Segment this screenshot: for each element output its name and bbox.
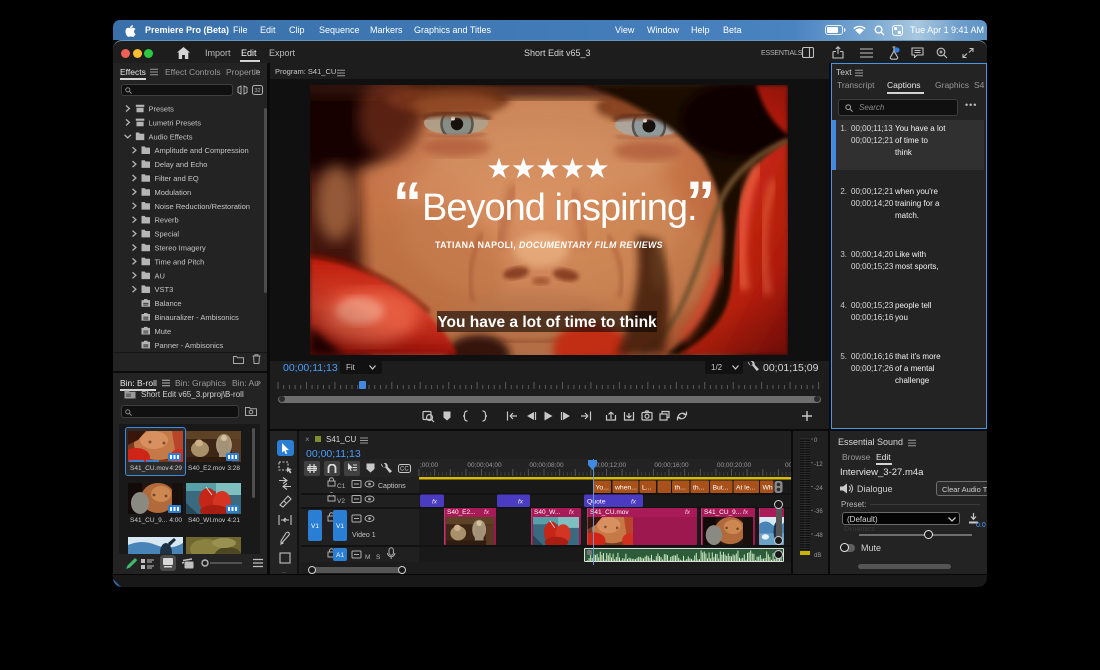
svg-text:Audio Effects: Audio Effects xyxy=(149,132,193,141)
svg-text:“: “ xyxy=(393,171,422,236)
svg-text:Stereo Imagery: Stereo Imagery xyxy=(155,244,207,253)
svg-text:-36: -36 xyxy=(814,509,823,515)
svg-text:Filter and EQ: Filter and EQ xyxy=(155,174,199,183)
svg-text:L...: L... xyxy=(642,485,652,492)
svg-text:AU: AU xyxy=(155,271,165,280)
svg-text:-48: -48 xyxy=(814,533,823,539)
svg-text:Time and Pitch: Time and Pitch xyxy=(155,257,205,266)
svg-text:-12: -12 xyxy=(814,462,823,468)
svg-text:TATIANA NAPOLI, DOCUMENTARY FI: TATIANA NAPOLI, DOCUMENTARY FILM REVIEWS xyxy=(435,240,663,250)
svg-text:Binauralizer - Ambisonics: Binauralizer - Ambisonics xyxy=(155,313,239,322)
svg-text:Wh: Wh xyxy=(763,485,773,492)
svg-text:0: 0 xyxy=(814,438,818,444)
svg-text:Modulation: Modulation xyxy=(155,188,192,197)
svg-text:fx: fx xyxy=(432,499,438,506)
svg-text:Lumetri Presets: Lumetri Presets xyxy=(149,118,202,127)
svg-text:32: 32 xyxy=(254,88,260,94)
svg-text:th...: th... xyxy=(675,485,686,492)
svg-text:Amplitude and Compression: Amplitude and Compression xyxy=(155,146,249,155)
svg-text:”: ” xyxy=(686,170,715,235)
svg-text:Reverb: Reverb xyxy=(155,216,179,225)
svg-text:Beyond inspiring.: Beyond inspiring. xyxy=(422,187,697,229)
svg-text:But...: But... xyxy=(713,485,729,492)
svg-text:Delay and Echo: Delay and Echo xyxy=(155,160,208,169)
svg-text:fx: fx xyxy=(518,499,524,506)
svg-text:Panner - Ambisonics: Panner - Ambisonics xyxy=(155,341,224,350)
svg-text:Noise Reduction/Restoration: Noise Reduction/Restoration xyxy=(155,202,250,211)
svg-text:Mute: Mute xyxy=(155,327,172,336)
svg-text:-24: -24 xyxy=(814,486,823,492)
svg-text:dB: dB xyxy=(814,553,821,559)
svg-text:At le...: At le... xyxy=(736,485,755,492)
svg-text:You have a lot of time to thin: You have a lot of time to think xyxy=(437,314,657,331)
svg-text:CC: CC xyxy=(400,467,409,473)
svg-text:Presets: Presets xyxy=(149,105,175,114)
svg-text:Special: Special xyxy=(155,230,180,239)
svg-text:Balance: Balance xyxy=(155,299,182,308)
svg-text:Yo...: Yo... xyxy=(596,485,609,492)
svg-text:when...: when... xyxy=(614,485,637,492)
svg-text:fx: fx xyxy=(631,499,637,506)
svg-text:th...: th... xyxy=(693,485,704,492)
svg-text:VST3: VST3 xyxy=(155,285,174,294)
svg-text:Quote: Quote xyxy=(587,499,606,506)
